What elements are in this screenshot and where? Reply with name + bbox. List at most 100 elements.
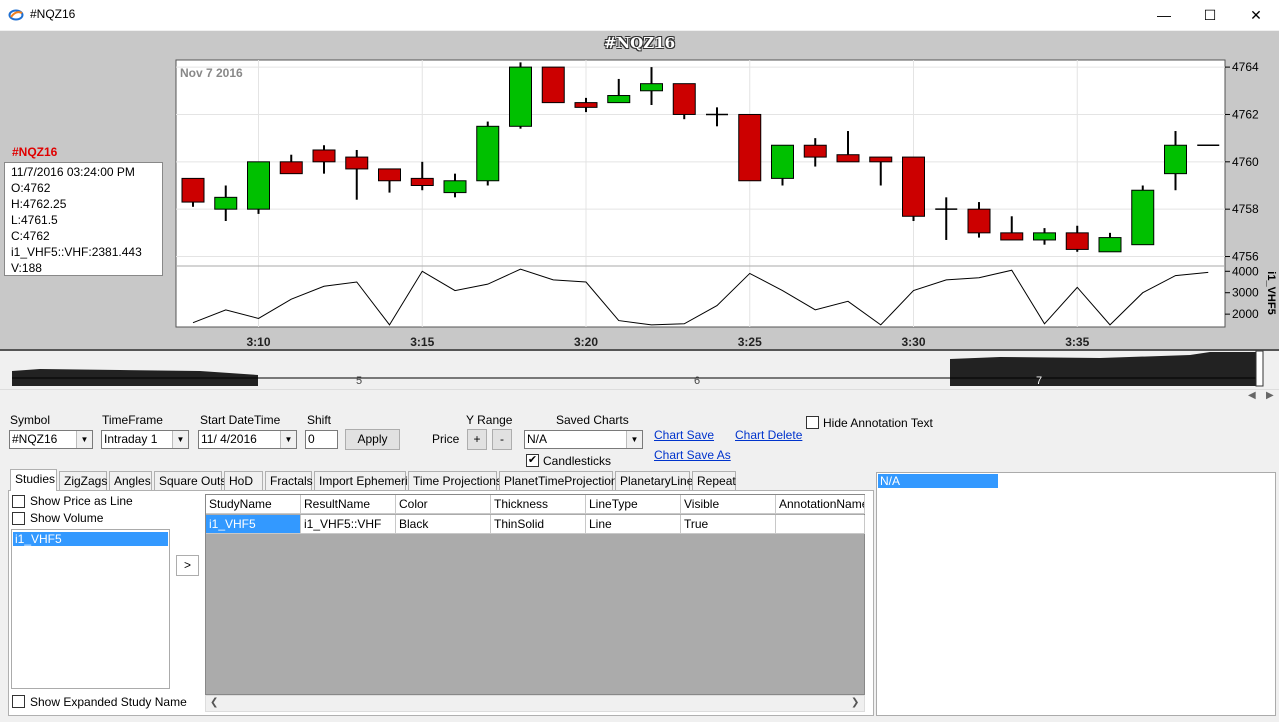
apply-button[interactable]: Apply bbox=[345, 429, 400, 450]
column-header[interactable]: Color bbox=[396, 495, 491, 514]
candle-down bbox=[803, 144, 827, 158]
table-cell[interactable]: True bbox=[681, 515, 776, 534]
tab-studies[interactable]: Studies bbox=[10, 469, 57, 491]
minimize-button[interactable]: — bbox=[1141, 0, 1187, 30]
candle-up bbox=[476, 125, 500, 182]
table-cell[interactable]: Black bbox=[396, 515, 491, 534]
table-cell[interactable]: i1_VHF5::VHF bbox=[301, 515, 396, 534]
tab-planettimeprojections[interactable]: PlanetTimeProjections bbox=[499, 471, 624, 490]
app-logo-icon bbox=[8, 9, 24, 21]
show-volume-checkbox[interactable] bbox=[12, 512, 25, 525]
chart-delete-link[interactable]: Chart Delete bbox=[735, 428, 802, 442]
info-line: H:4762.25 bbox=[11, 197, 67, 211]
column-header[interactable]: Thickness bbox=[491, 495, 586, 514]
tab-repeat[interactable]: Repeat bbox=[692, 471, 736, 490]
start-datetime-value: 11/ 4/2016 bbox=[201, 432, 257, 446]
column-header[interactable]: AnnotationName bbox=[776, 495, 865, 514]
table-cell[interactable]: Line bbox=[586, 515, 681, 534]
info-line: O:4762 bbox=[11, 181, 51, 195]
y-range-plus-button[interactable]: + bbox=[467, 429, 487, 450]
title-bar: #NQZ16 — ☐ ✕ bbox=[0, 0, 1279, 30]
show-price-as-line-checkbox[interactable] bbox=[12, 495, 25, 508]
timeframe-value: Intraday 1 bbox=[104, 432, 158, 446]
tab-fractals[interactable]: Fractals bbox=[265, 471, 313, 490]
column-header[interactable]: ResultName bbox=[301, 495, 396, 514]
info-line: V:188 bbox=[11, 261, 42, 275]
chevron-down-icon: ▼ bbox=[172, 431, 188, 448]
show-price-as-line-label: Show Price as Line bbox=[30, 494, 133, 508]
show-volume-label: Show Volume bbox=[30, 511, 104, 525]
column-header[interactable]: LineType bbox=[586, 495, 681, 514]
table-cell[interactable]: i1_VHF5 bbox=[206, 515, 301, 534]
overview-label: 5 bbox=[356, 375, 362, 387]
list-item[interactable]: N/A bbox=[878, 474, 998, 488]
table-cell[interactable]: ThinSolid bbox=[491, 515, 586, 534]
table-cell[interactable] bbox=[776, 515, 865, 534]
candle-down bbox=[1000, 232, 1024, 241]
candle-down bbox=[967, 208, 991, 234]
chevron-down-icon: ▼ bbox=[626, 431, 642, 448]
y-tick-label: 4762 bbox=[1232, 107, 1259, 121]
x-axis: 3:10 3:15 3:20 3:25 3:30 3:35 bbox=[246, 335, 1089, 349]
y-range-label: Y Range bbox=[466, 413, 513, 427]
annotation-list[interactable]: N/A bbox=[876, 472, 1276, 716]
maximize-button[interactable]: ☐ bbox=[1187, 0, 1233, 30]
start-datetime-picker[interactable]: 11/ 4/2016 ▼ bbox=[198, 430, 297, 449]
chevron-down-icon: ▼ bbox=[280, 431, 296, 448]
hide-annotation-checkbox[interactable] bbox=[806, 416, 819, 429]
start-datetime-label: Start DateTime bbox=[200, 413, 281, 427]
column-header[interactable]: Visible bbox=[681, 495, 776, 514]
studies-list[interactable]: i1_VHF5 bbox=[11, 529, 170, 689]
overview-navigator[interactable]: 5 6 7 bbox=[0, 349, 1279, 389]
y-range-minus-button[interactable]: - bbox=[492, 429, 512, 450]
x-tick-label: 3:25 bbox=[738, 335, 762, 349]
sub-y-tick-label: 2000 bbox=[1232, 307, 1259, 321]
info-line: 11/7/2016 03:24:00 PM bbox=[11, 165, 135, 179]
candle-down bbox=[672, 83, 696, 115]
tab-planetarylines[interactable]: PlanetaryLines bbox=[615, 471, 699, 490]
candle-up bbox=[509, 66, 532, 127]
shift-input[interactable]: 0 bbox=[305, 430, 338, 449]
column-header[interactable]: StudyName bbox=[206, 495, 301, 514]
info-symbol: #NQZ16 bbox=[12, 145, 58, 159]
saved-charts-select[interactable]: N/A ▼ bbox=[524, 430, 643, 449]
candle-up bbox=[247, 161, 270, 210]
scroll-left-icon[interactable]: ❮ bbox=[210, 697, 218, 708]
shift-label: Shift bbox=[307, 413, 332, 427]
show-expanded-checkbox[interactable] bbox=[12, 695, 25, 708]
x-tick-label: 3:35 bbox=[1065, 335, 1089, 349]
tab-angles[interactable]: Angles bbox=[109, 471, 152, 490]
candle-up bbox=[1164, 144, 1187, 175]
timeframe-select[interactable]: Intraday 1 ▼ bbox=[101, 430, 189, 449]
price-chart[interactable]: 47644762476047584756400030002000 3:10 3:1… bbox=[0, 31, 1279, 351]
x-tick-label: 3:20 bbox=[574, 335, 598, 349]
chevron-down-icon: ▼ bbox=[76, 431, 92, 448]
add-study-button[interactable]: > bbox=[176, 555, 199, 576]
timeframe-label: TimeFrame bbox=[102, 413, 163, 427]
tab-import-ephemeris[interactable]: Import Ephemeris bbox=[314, 471, 414, 490]
overview-label: 7 bbox=[1036, 375, 1042, 387]
saved-charts-value: N/A bbox=[527, 432, 548, 446]
grid-scrollbar[interactable]: ❮ ❯ bbox=[205, 695, 865, 712]
candle-down bbox=[574, 102, 598, 108]
candlesticks-checkbox[interactable]: ✔ bbox=[526, 454, 539, 467]
candle-down bbox=[312, 149, 336, 163]
x-tick-label: 3:10 bbox=[246, 335, 270, 349]
scroll-right-icon[interactable]: ❯ bbox=[851, 697, 859, 708]
chart-scrollbar[interactable]: ◀ ▶ bbox=[0, 389, 1279, 404]
candle-down bbox=[181, 177, 205, 203]
tab-zigzags[interactable]: ZigZags bbox=[59, 471, 107, 490]
tab-square-outs[interactable]: Square Outs bbox=[154, 471, 226, 490]
scroll-right-icon[interactable]: ▶ bbox=[1266, 390, 1274, 401]
scroll-left-icon[interactable]: ◀ bbox=[1248, 390, 1256, 401]
chart-save-as-link[interactable]: Chart Save As bbox=[654, 448, 731, 462]
list-item[interactable]: i1_VHF5 bbox=[13, 532, 168, 546]
sub-y-tick-label: 4000 bbox=[1232, 264, 1259, 278]
tab-time-projections[interactable]: Time Projections bbox=[408, 471, 502, 490]
close-button[interactable]: ✕ bbox=[1233, 0, 1279, 30]
saved-charts-label: Saved Charts bbox=[556, 413, 629, 427]
candle-up bbox=[1033, 232, 1056, 241]
tab-hod[interactable]: HoD bbox=[224, 471, 263, 490]
chart-save-link[interactable]: Chart Save bbox=[654, 428, 714, 442]
symbol-select[interactable]: #NQZ16 ▼ bbox=[9, 430, 93, 449]
